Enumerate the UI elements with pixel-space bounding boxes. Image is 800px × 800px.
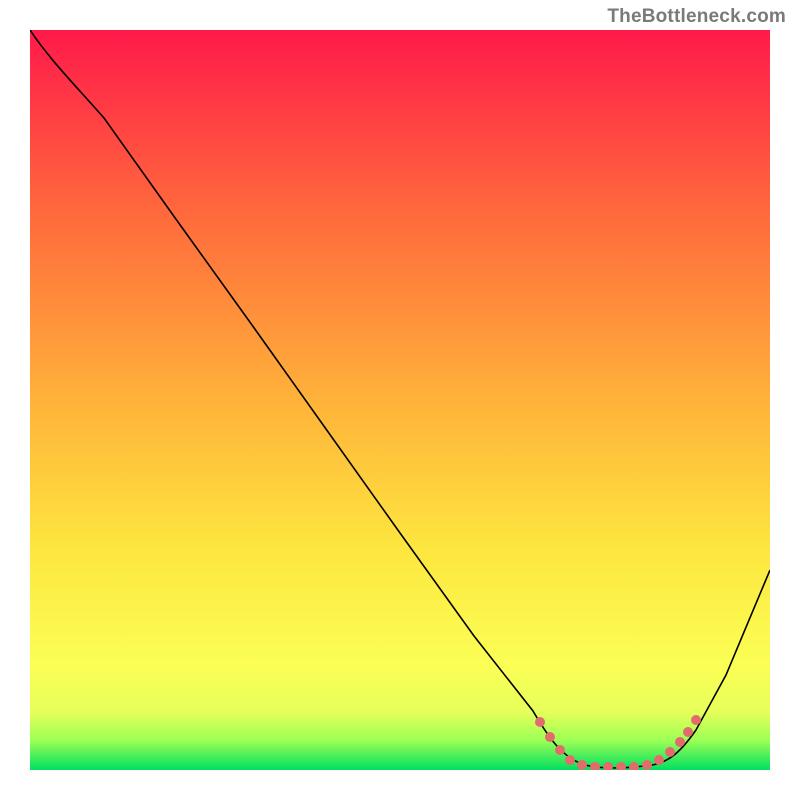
- bottleneck-chart: [30, 30, 770, 770]
- gradient-background: [30, 30, 770, 770]
- watermark-text: TheBottleneck.com: [607, 6, 786, 28]
